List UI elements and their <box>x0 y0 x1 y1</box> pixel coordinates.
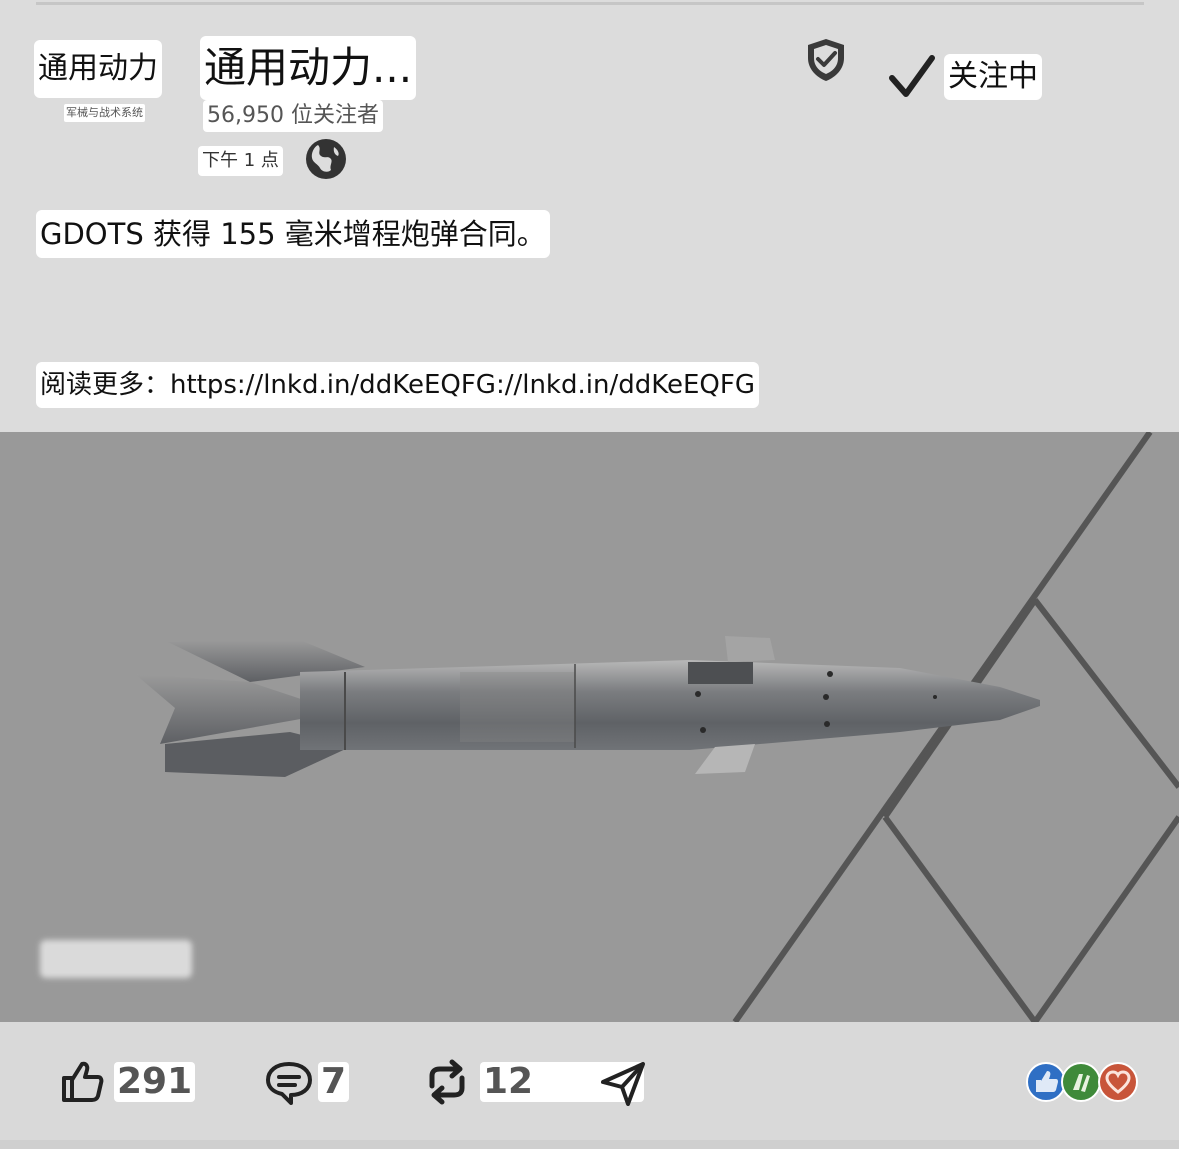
thumbs-up-icon[interactable] <box>58 1058 104 1104</box>
author-logo-subtext: 军械与战术系统 <box>64 104 145 122</box>
like-count[interactable]: 291 <box>114 1062 196 1102</box>
following-button[interactable]: 关注中 <box>944 54 1042 100</box>
checkmark-icon[interactable] <box>886 52 938 104</box>
love-reaction-icon[interactable] <box>1098 1062 1138 1102</box>
repost-icon[interactable] <box>424 1058 470 1106</box>
send-icon[interactable] <box>600 1060 646 1106</box>
read-more-link[interactable]: 阅读更多：https://lnkd.in/ddKeEQFG://lnkd.in/… <box>36 362 759 408</box>
like-reaction-icon[interactable] <box>1026 1062 1066 1102</box>
comment-icon[interactable] <box>264 1060 314 1106</box>
image-watermark <box>40 940 192 978</box>
top-divider <box>36 2 1144 5</box>
author-logo[interactable]: 通用动力 <box>34 40 162 98</box>
bottom-divider <box>0 1140 1179 1149</box>
projectile-illustration <box>135 432 1179 1022</box>
verified-shield-icon <box>808 39 844 81</box>
post-image[interactable] <box>0 432 1179 1022</box>
post-time: 下午 1 点 <box>198 146 283 176</box>
post-headline: GDOTS 获得 155 毫米增程炮弹合同。 <box>36 210 550 258</box>
follower-count: 56,950 位关注者 <box>203 100 383 132</box>
celebrate-reaction-icon[interactable] <box>1061 1062 1101 1102</box>
author-name[interactable]: 通用动力... <box>200 36 417 100</box>
comment-count[interactable]: 7 <box>318 1062 350 1102</box>
globe-icon <box>306 139 346 179</box>
